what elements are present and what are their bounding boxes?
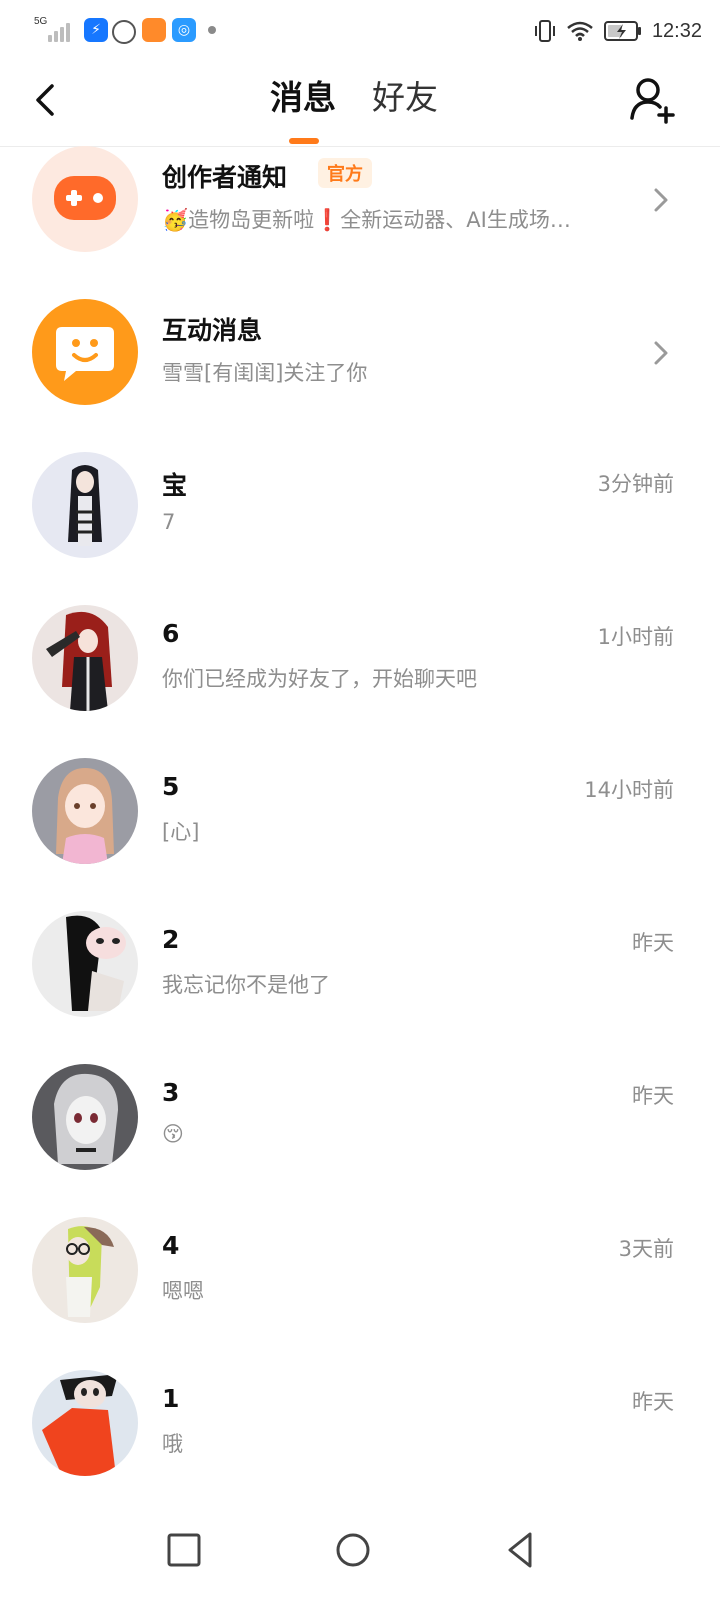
contact-name: 1 <box>162 1384 180 1413</box>
character-avatar <box>32 1064 138 1170</box>
character-avatar <box>32 758 138 864</box>
add-friend-icon[interactable] <box>626 74 678 126</box>
message-time: 1小时前 <box>597 625 674 649</box>
tab-friends[interactable]: 好友 <box>372 76 438 120</box>
list-item-chat[interactable]: 3 昨天 😚 <box>0 1064 720 1217</box>
character-avatar <box>32 911 138 1017</box>
last-message: 你们已经成为好友了，开始聊天吧 <box>162 667 477 691</box>
message-time: 14小时前 <box>584 778 674 802</box>
status-right-cluster: 12:32 <box>534 16 702 46</box>
official-badge: 官方 <box>318 158 372 188</box>
last-message: [心] <box>162 820 200 844</box>
tab-bar: 消息 好友 <box>0 64 720 146</box>
chevron-right-icon <box>654 188 668 212</box>
contact-name: 2 <box>162 925 180 954</box>
browser-app-icon: ◎ <box>172 18 196 42</box>
row-preview: 🥳造物岛更新啦❗全新运动器、AI生成场… <box>162 208 571 232</box>
message-time: 昨天 <box>632 931 674 955</box>
back-nav-icon[interactable] <box>494 1522 550 1578</box>
bolt-app-icon: ⚡ <box>84 18 108 42</box>
row-title: 创作者通知 <box>162 163 288 192</box>
list-item-chat[interactable]: 6 1小时前 你们已经成为好友了，开始聊天吧 <box>0 605 720 758</box>
cellular-signal-icon: 5G <box>32 14 74 44</box>
message-time: 昨天 <box>632 1390 674 1414</box>
list-item-chat[interactable]: 2 昨天 我忘记你不是他了 <box>0 911 720 1064</box>
last-message: 😚 <box>162 1122 184 1146</box>
list-item-interaction-messages[interactable]: 互动消息 雪雪[有闺闺]关注了你 <box>0 299 720 452</box>
home-icon[interactable] <box>325 1522 381 1578</box>
recent-apps-icon[interactable] <box>156 1522 212 1578</box>
last-message: 7 <box>162 510 176 534</box>
top-navigation: 消息 好友 <box>0 64 720 147</box>
orange-app-icon <box>142 18 166 42</box>
list-item-chat[interactable]: 4 3天前 嗯嗯 <box>0 1217 720 1370</box>
message-time: 3天前 <box>618 1237 674 1261</box>
status-bar: 5G ⚡ ◎ 12:32 <box>0 0 720 64</box>
contact-name: 5 <box>162 772 180 801</box>
more-notifications-dot <box>208 26 216 34</box>
message-time: 昨天 <box>632 1084 674 1108</box>
chat-bubble-icon <box>32 299 138 405</box>
system-navigation-bar <box>0 1500 720 1600</box>
active-tab-indicator <box>289 138 319 144</box>
gamepad-icon <box>32 146 138 252</box>
vibrate-icon <box>534 20 555 42</box>
last-message: 嗯嗯 <box>162 1279 204 1303</box>
list-item-chat[interactable]: 宝 3分钟前 7 <box>0 452 720 605</box>
list-item-creator-notice[interactable]: 创作者通知 官方 🥳造物岛更新啦❗全新运动器、AI生成场… <box>0 146 720 299</box>
contact-name: 宝 <box>162 471 188 500</box>
battery-charging-icon <box>603 21 641 41</box>
row-title: 互动消息 <box>162 316 263 345</box>
wifi-icon <box>567 21 593 41</box>
character-avatar <box>32 1217 138 1323</box>
character-avatar <box>32 605 138 711</box>
tab-messages[interactable]: 消息 <box>270 76 336 120</box>
chevron-right-icon <box>654 341 668 365</box>
target-app-icon <box>112 20 136 44</box>
list-item-chat[interactable]: 5 14小时前 [心] <box>0 758 720 911</box>
character-avatar <box>32 1370 138 1476</box>
last-message: 我忘记你不是他了 <box>162 973 330 997</box>
row-preview: 雪雪[有闺闺]关注了你 <box>162 361 368 385</box>
character-avatar <box>32 452 138 558</box>
contact-name: 3 <box>162 1078 180 1107</box>
contact-name: 4 <box>162 1231 180 1260</box>
last-message: 哦 <box>162 1432 183 1456</box>
message-time: 3分钟前 <box>597 472 674 496</box>
contact-name: 6 <box>162 619 180 648</box>
network-type: 5G <box>34 16 48 27</box>
clock: 12:32 <box>651 19 702 42</box>
